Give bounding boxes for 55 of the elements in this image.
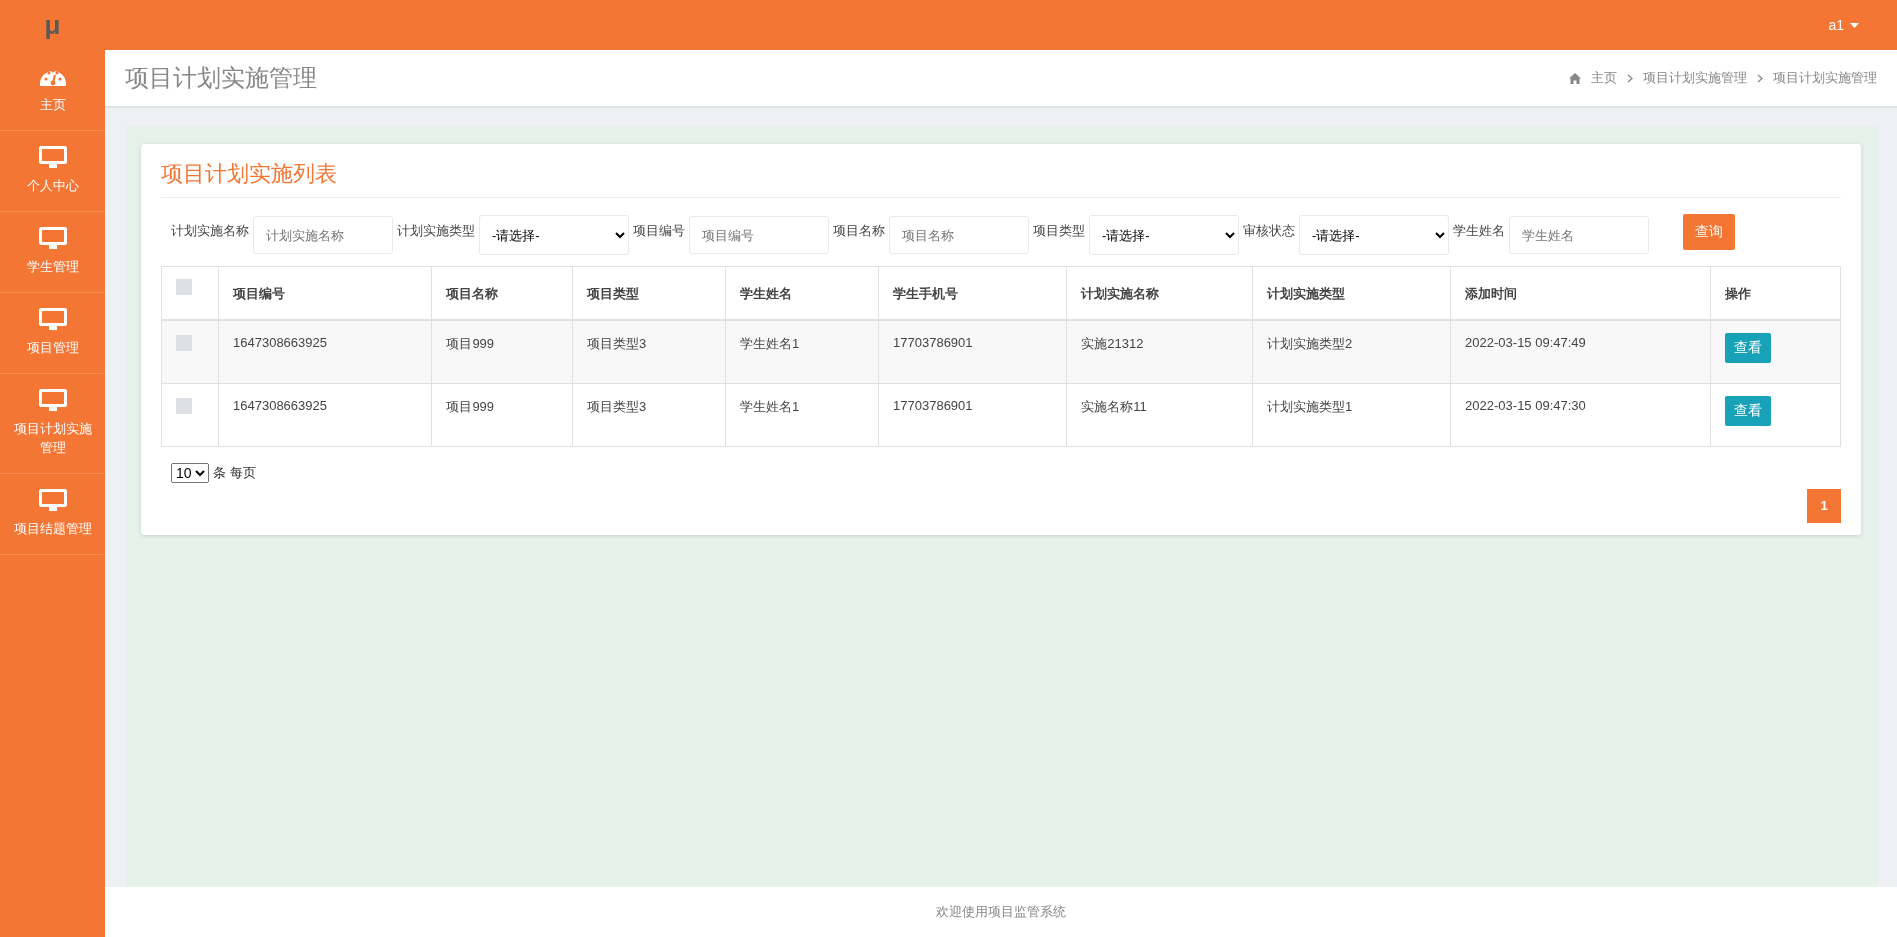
checkbox[interactable]: [176, 279, 192, 295]
page-size-label: 条 每页: [213, 464, 256, 482]
table-cell: 17703786901: [878, 383, 1067, 447]
table-cell: 学生姓名1: [725, 383, 879, 447]
home-icon: [1569, 72, 1581, 84]
logo: μ: [43, 9, 62, 41]
table-cell: 17703786901: [878, 320, 1067, 384]
view-button[interactable]: 查看: [1724, 396, 1771, 426]
filter-label: 学生姓名: [1453, 222, 1505, 240]
page-button[interactable]: 1: [1807, 489, 1841, 523]
table-cell: 实施名称11: [1066, 383, 1253, 447]
table-cell: 项目类型3: [572, 320, 726, 384]
filter-label: 项目名称: [833, 222, 885, 240]
page-title: 项目计划实施管理: [125, 63, 317, 93]
chevron-icon: [1627, 73, 1633, 83]
monitor-icon: [37, 226, 68, 249]
filter-label: 计划实施类型: [397, 222, 475, 240]
table-cell: 项目999: [431, 383, 573, 447]
caret-icon: [1850, 22, 1859, 28]
monitor-icon: [37, 145, 68, 168]
table-cell: 1647308663925: [218, 320, 432, 384]
input-field[interactable]: 学生姓名: [1509, 216, 1649, 254]
page-size-select[interactable]: 10: [171, 463, 209, 483]
input-field[interactable]: 项目编号: [689, 216, 829, 254]
table-cell: 计划实施类型2: [1252, 320, 1451, 384]
dropdown[interactable]: -请选择-: [479, 215, 629, 255]
table-cell: 学生姓名1: [725, 320, 879, 384]
table-cell: 2022-03-15 09:47:49: [1450, 320, 1711, 384]
search-button[interactable]: 查询: [1683, 214, 1735, 250]
breadcrumb-link[interactable]: 主页: [1591, 69, 1617, 87]
view-button[interactable]: 查看: [1724, 333, 1771, 363]
filter-label: 审核状态: [1243, 222, 1295, 240]
monitor-icon: [37, 488, 68, 511]
user-menu[interactable]: a1: [1828, 17, 1859, 33]
table-cell: 实施21312: [1066, 320, 1253, 384]
table-cell: 2022-03-15 09:47:30: [1450, 383, 1711, 447]
table-cell: 1647308663925: [218, 383, 432, 447]
filter-label: 项目编号: [633, 222, 685, 240]
input-field[interactable]: 项目名称: [889, 216, 1029, 254]
dropdown[interactable]: -请选择-: [1299, 215, 1449, 255]
checkbox[interactable]: [176, 398, 192, 414]
dropdown[interactable]: -请选择-: [1089, 215, 1239, 255]
monitor-icon: [37, 388, 68, 411]
footer-text: 欢迎使用项目监管系统: [105, 887, 1897, 937]
table-cell: 项目类型3: [572, 383, 726, 447]
chevron-icon: [1757, 73, 1763, 83]
monitor-icon: [37, 307, 68, 330]
input-field[interactable]: 计划实施名称: [253, 216, 393, 254]
card-title: 项目计划实施列表: [161, 159, 1841, 198]
filter-label: 项目类型: [1033, 222, 1085, 240]
table-cell: 项目999: [431, 320, 573, 384]
table-cell: 计划实施类型1: [1252, 383, 1451, 447]
checkbox[interactable]: [176, 335, 192, 351]
filter-label: 计划实施名称: [171, 222, 249, 240]
breadcrumb-link[interactable]: 项目计划实施管理: [1643, 69, 1747, 87]
